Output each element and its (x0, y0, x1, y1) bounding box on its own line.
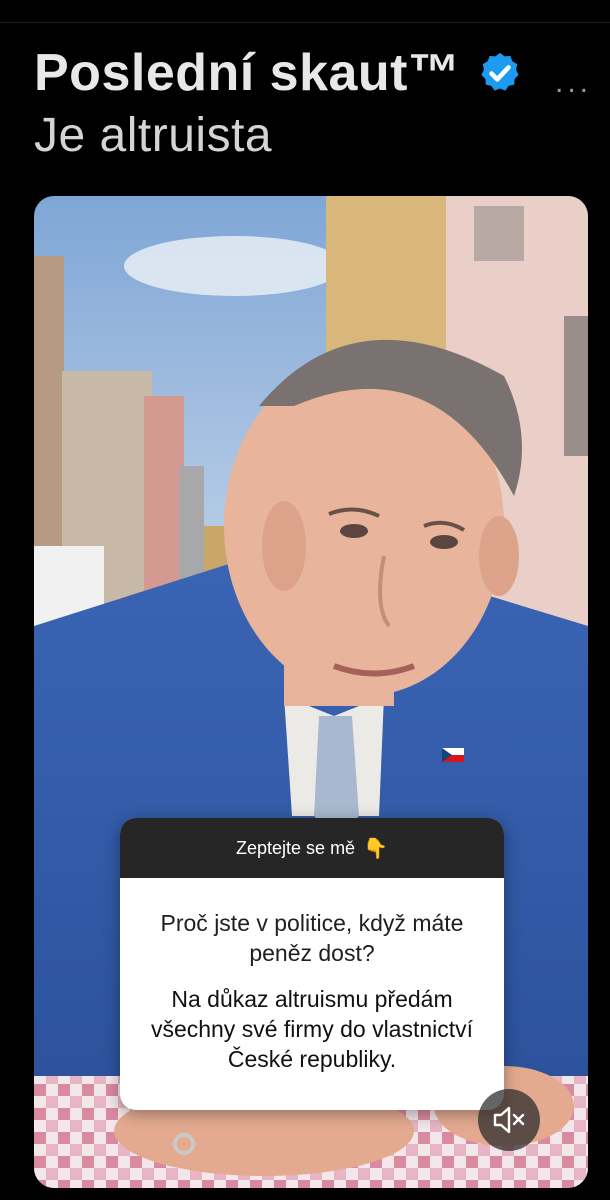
title-row: Poslední skaut™ ... (34, 40, 594, 106)
story-media[interactable]: Zeptejte se mě 👇 Proč jste v politice, k… (34, 196, 588, 1188)
mute-button[interactable] (478, 1089, 540, 1151)
more-dots-icon[interactable]: ... (555, 66, 592, 100)
answer-text: Na důkaz altruismu předám všechny své fi… (150, 986, 474, 1072)
question-sticker[interactable]: Zeptejte se mě 👇 Proč jste v politice, k… (120, 818, 504, 1110)
post-header: Poslední skaut™ ... Je altruista (34, 40, 594, 163)
question-prompt: Zeptejte se mě 👇 (120, 818, 504, 878)
speaker-muted-icon (493, 1106, 525, 1134)
question-body: Proč jste v politice, když máte peněz do… (120, 878, 504, 1074)
pointing-down-icon: 👇 (363, 837, 388, 860)
question-text: Proč jste v politice, když máte peněz do… (160, 910, 464, 966)
status-bar (0, 0, 610, 23)
post-text: Je altruista (34, 109, 273, 162)
account-name[interactable]: Poslední skaut™ (34, 43, 461, 103)
verified-badge-icon (480, 52, 519, 91)
question-prompt-label: Zeptejte se mě (236, 837, 356, 858)
